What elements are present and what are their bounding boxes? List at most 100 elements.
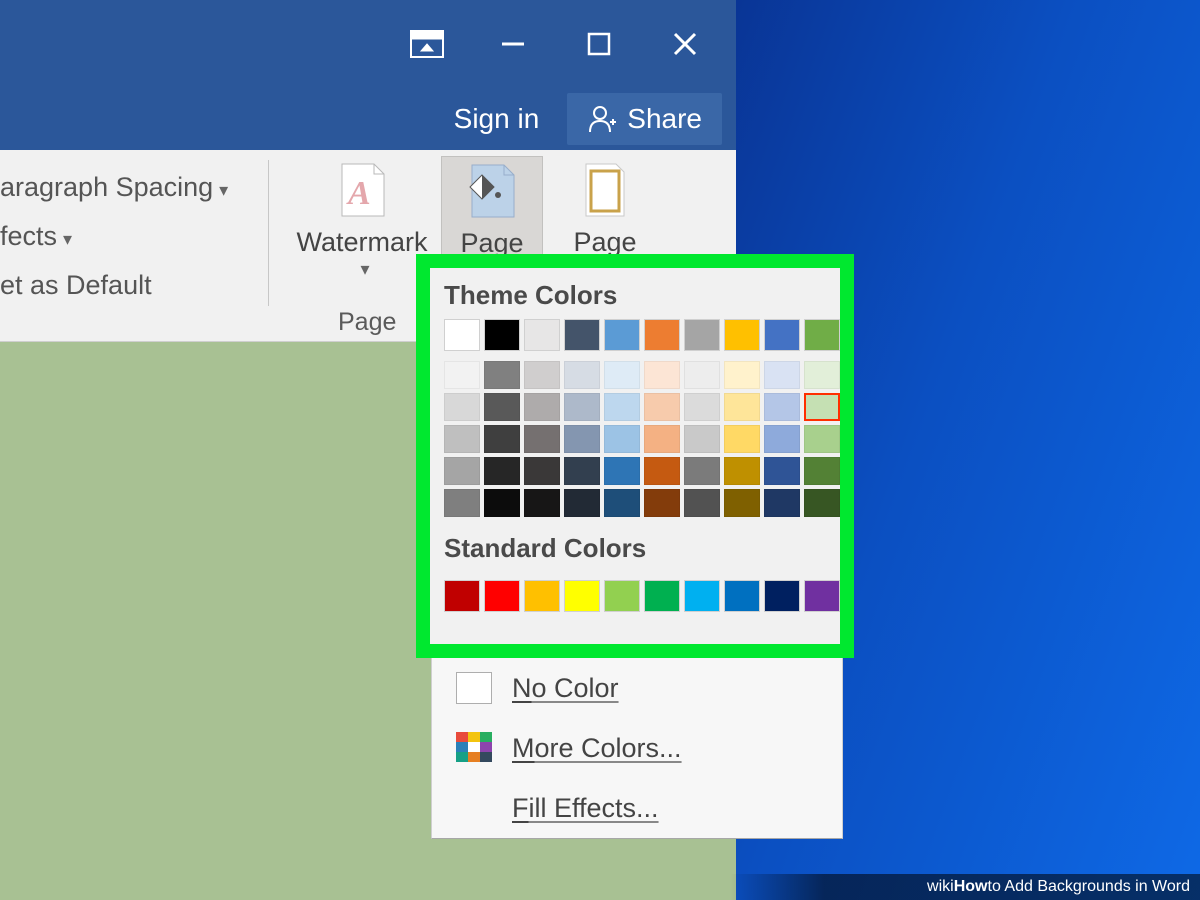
watermark-icon: A: [283, 156, 441, 224]
minimize-icon[interactable]: [470, 1, 556, 87]
window-titlebar: [0, 0, 736, 88]
theme-shade-swatch[interactable]: [684, 489, 720, 517]
theme-swatch[interactable]: [604, 319, 640, 351]
theme-shade-swatch[interactable]: [444, 425, 480, 453]
theme-shade-swatch[interactable]: [604, 489, 640, 517]
standard-swatch[interactable]: [564, 580, 600, 612]
ribbon-display-icon[interactable]: [384, 1, 470, 87]
paragraph-spacing-button[interactable]: aragraph Spacing▾: [0, 164, 280, 213]
standard-swatch[interactable]: [684, 580, 720, 612]
standard-swatch[interactable]: [444, 580, 480, 612]
close-icon[interactable]: [642, 1, 728, 87]
theme-shade-swatch[interactable]: [524, 361, 560, 389]
page-color-icon: [442, 157, 542, 225]
color-picker-panel-top: Theme Colors Standard Colors: [430, 268, 840, 644]
theme-shades-grid: [430, 351, 840, 517]
theme-shade-swatch[interactable]: [484, 393, 520, 421]
more-colors-item[interactable]: More Colors...: [432, 718, 842, 778]
theme-shade-swatch[interactable]: [604, 393, 640, 421]
theme-swatch[interactable]: [724, 319, 760, 351]
theme-shade-swatch[interactable]: [804, 425, 840, 453]
no-color-swatch-icon: [456, 672, 492, 704]
theme-shade-swatch[interactable]: [644, 361, 680, 389]
theme-shade-swatch[interactable]: [644, 393, 680, 421]
theme-shade-swatch[interactable]: [804, 361, 840, 389]
theme-shade-swatch[interactable]: [764, 361, 800, 389]
theme-shade-swatch[interactable]: [564, 425, 600, 453]
standard-swatch[interactable]: [484, 580, 520, 612]
theme-swatch[interactable]: [764, 319, 800, 351]
theme-shade-swatch[interactable]: [804, 393, 840, 421]
theme-shade-swatch[interactable]: [764, 489, 800, 517]
theme-shade-swatch[interactable]: [484, 489, 520, 517]
theme-shade-swatch[interactable]: [604, 457, 640, 485]
theme-shade-swatch[interactable]: [484, 361, 520, 389]
wikihow-caption: wikiHow to Add Backgrounds in Word: [730, 874, 1200, 900]
theme-shade-swatch[interactable]: [564, 489, 600, 517]
theme-shade-swatch[interactable]: [484, 425, 520, 453]
theme-shade-swatch[interactable]: [764, 393, 800, 421]
maximize-icon[interactable]: [556, 1, 642, 87]
share-person-icon: [587, 104, 617, 134]
theme-shade-swatch[interactable]: [524, 393, 560, 421]
theme-shade-swatch[interactable]: [444, 393, 480, 421]
theme-shade-swatch[interactable]: [524, 457, 560, 485]
no-color-item[interactable]: No Color: [432, 658, 842, 718]
theme-shade-swatch[interactable]: [724, 489, 760, 517]
theme-shade-swatch[interactable]: [444, 361, 480, 389]
standard-swatch[interactable]: [804, 580, 840, 612]
theme-shade-swatch[interactable]: [764, 457, 800, 485]
share-label: Share: [627, 103, 702, 135]
theme-shade-swatch[interactable]: [524, 489, 560, 517]
standard-swatch[interactable]: [604, 580, 640, 612]
theme-shade-swatch[interactable]: [724, 393, 760, 421]
standard-swatch[interactable]: [524, 580, 560, 612]
theme-shade-swatch[interactable]: [644, 457, 680, 485]
svg-text:A: A: [346, 175, 371, 212]
theme-shade-swatch[interactable]: [684, 393, 720, 421]
effects-button[interactable]: fects▾: [0, 213, 280, 262]
theme-shade-swatch[interactable]: [564, 393, 600, 421]
theme-swatch[interactable]: [804, 319, 840, 351]
theme-shade-swatch[interactable]: [604, 425, 640, 453]
page-borders-icon: [545, 156, 665, 224]
theme-shade-swatch[interactable]: [764, 425, 800, 453]
standard-swatch[interactable]: [764, 580, 800, 612]
share-button[interactable]: Share: [567, 93, 722, 145]
theme-colors-heading: Theme Colors: [430, 268, 840, 319]
ribbon-group-label: Page: [338, 308, 396, 337]
theme-colors-row: [430, 319, 840, 351]
theme-shade-swatch[interactable]: [484, 457, 520, 485]
theme-shade-swatch[interactable]: [444, 489, 480, 517]
theme-shade-swatch[interactable]: [684, 425, 720, 453]
standard-swatch[interactable]: [724, 580, 760, 612]
theme-shade-swatch[interactable]: [444, 457, 480, 485]
set-default-button[interactable]: et as Default: [0, 262, 280, 308]
theme-swatch[interactable]: [644, 319, 680, 351]
more-colors-icon: [456, 732, 492, 764]
theme-swatch[interactable]: [484, 319, 520, 351]
theme-shade-swatch[interactable]: [684, 361, 720, 389]
theme-swatch[interactable]: [524, 319, 560, 351]
theme-shade-swatch[interactable]: [724, 425, 760, 453]
theme-shade-swatch[interactable]: [724, 457, 760, 485]
sign-in-link[interactable]: Sign in: [454, 103, 540, 135]
standard-swatch[interactable]: [644, 580, 680, 612]
theme-shade-swatch[interactable]: [684, 457, 720, 485]
theme-shade-swatch[interactable]: [644, 489, 680, 517]
theme-shade-swatch[interactable]: [604, 361, 640, 389]
fill-effects-item[interactable]: Fill Effects...: [432, 778, 842, 838]
theme-shade-swatch[interactable]: [564, 361, 600, 389]
theme-shade-swatch[interactable]: [564, 457, 600, 485]
theme-shade-swatch[interactable]: [644, 425, 680, 453]
theme-shade-swatch[interactable]: [804, 489, 840, 517]
theme-swatch[interactable]: [684, 319, 720, 351]
theme-shade-swatch[interactable]: [524, 425, 560, 453]
standard-colors-row: [430, 572, 840, 612]
color-picker-highlight: Theme Colors Standard Colors: [416, 254, 854, 658]
account-bar: Sign in Share: [0, 88, 736, 150]
theme-shade-swatch[interactable]: [724, 361, 760, 389]
theme-swatch[interactable]: [564, 319, 600, 351]
theme-swatch[interactable]: [444, 319, 480, 351]
theme-shade-swatch[interactable]: [804, 457, 840, 485]
